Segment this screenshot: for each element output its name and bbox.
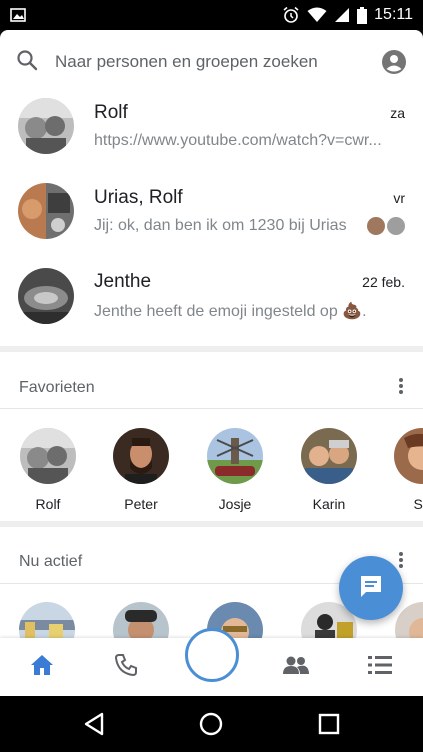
signal-icon [334,7,350,23]
favorites-more-icon[interactable] [393,376,409,396]
favorite-name: Josje [218,496,252,512]
favorite-contact[interactable]: Karin [289,428,369,512]
recents-icon[interactable] [315,710,343,738]
favorite-name: Karin [312,496,346,512]
conversation-time: 22 feb. [362,274,405,290]
alarm-icon [282,6,300,24]
new-message-button[interactable] [339,556,403,620]
status-bar: 15:11 [0,0,423,30]
wifi-icon [307,7,327,23]
nav-groups-button[interactable] [350,638,410,696]
conversation-time: za [390,105,405,121]
conversation-snippet: https://www.youtube.com/watch?v=cwr... [94,132,382,149]
camera-ring-button[interactable] [185,628,239,682]
section-divider [0,521,423,527]
favorite-name: Peter [124,496,158,512]
people-icon [282,655,310,680]
avatar [18,268,74,324]
nav-people-button[interactable] [266,638,326,696]
avatar [207,428,263,484]
active-now-title: Nu actief [19,553,83,570]
favorite-contact[interactable]: Peter [101,428,181,512]
phone-icon [114,653,138,682]
read-receipts [367,217,405,235]
bottom-navigation [0,628,423,696]
home-icon [30,654,54,681]
favorite-name: Su [413,496,423,512]
nav-home-button[interactable] [12,638,72,696]
favorite-contact[interactable]: Su [382,428,423,512]
conversation-name: Jenthe [94,271,152,292]
avatar [20,428,76,484]
section-divider [0,346,423,352]
avatar [18,98,74,154]
avatar [18,183,74,239]
conversation-name: Urias, Rolf [94,187,183,208]
avatar [301,428,357,484]
conversation-name: Rolf [94,102,128,123]
search-input[interactable]: Naar personen en groepen zoeken [55,52,381,72]
nav-calls-button[interactable] [96,638,156,696]
favorite-contact[interactable]: Rolf [8,428,88,512]
messages-app: Naar personen en groepen zoeken Rolf za … [0,30,423,696]
conversation-time: vr [393,190,405,206]
account-circle-icon[interactable] [381,49,407,75]
conversation-snippet: Jenthe heeft de emoji ingesteld op 💩. [94,303,367,320]
status-time: 15:11 [374,6,413,23]
conversation-item[interactable]: Jenthe 22 feb. Jenthe heeft de emoji ing… [0,254,423,338]
conversation-item[interactable]: Rolf za https://www.youtube.com/watch?v=… [0,84,423,168]
back-icon[interactable] [80,710,108,738]
favorite-contact[interactable]: Josje [195,428,275,512]
favorites-list: Rolf Peter Josje Karin Su [0,428,423,528]
avatar [394,428,423,484]
conversation-snippet: Jij: ok, dan ben ik om 1230 bij Urias [94,217,347,234]
search-icon[interactable] [16,49,38,76]
divider [0,408,423,409]
list-icon [368,655,392,680]
favorite-name: Rolf [35,496,61,512]
read-receipt-avatar [367,217,385,235]
favorites-title: Favorieten [19,379,95,396]
image-icon [10,7,26,23]
new-message-icon [358,573,384,604]
conversation-item[interactable]: Urias, Rolf vr Jij: ok, dan ben ik om 12… [0,169,423,253]
read-receipt-avatar [387,217,405,235]
avatar [113,428,169,484]
home-circle-icon[interactable] [197,710,225,738]
system-navigation-bar [0,696,423,752]
battery-icon [357,6,368,24]
